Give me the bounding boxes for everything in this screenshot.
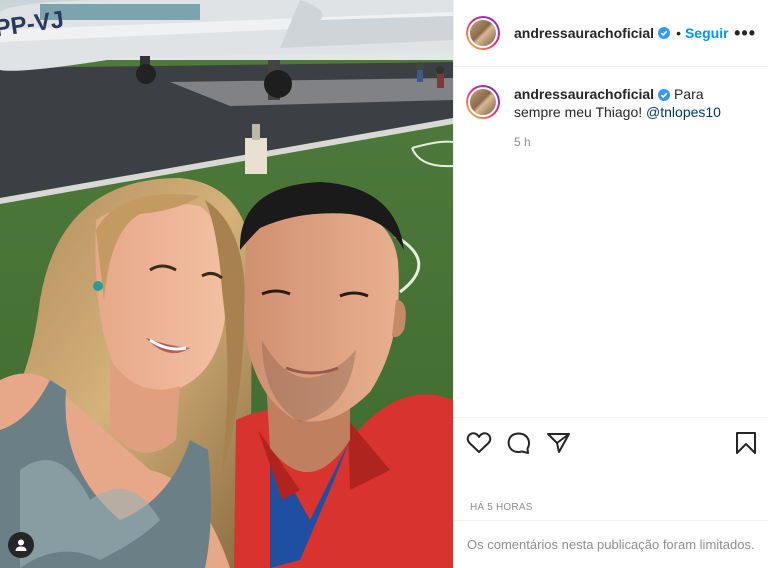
person-icon [15, 539, 27, 551]
avatar[interactable] [466, 16, 500, 50]
caption-row: andressaurachoficial Para sempre meu Thi… [454, 67, 768, 151]
caption-mention-link[interactable]: @tnlopes10 [646, 104, 721, 120]
username-link[interactable]: andressaurachoficial [514, 25, 654, 41]
post-panel: andressaurachoficial • Seguir ••• andres… [453, 0, 768, 568]
caption-time: 5 h [514, 135, 531, 149]
verified-badge-icon [658, 27, 671, 39]
photo-scene: PP-VJ [0, 0, 453, 568]
post-header: andressaurachoficial • Seguir ••• [454, 0, 768, 67]
post-timestamp: HÁ 5 HORAS [470, 502, 533, 513]
more-options-icon[interactable]: ••• [734, 23, 756, 44]
avatar[interactable] [466, 85, 500, 119]
verified-badge-icon [658, 89, 671, 101]
comment-icon[interactable] [506, 431, 532, 455]
post-photo[interactable]: PP-VJ [0, 0, 453, 568]
share-icon[interactable] [546, 431, 572, 455]
user-tag-icon[interactable] [8, 532, 34, 558]
caption: andressaurachoficial Para sempre meu Thi… [514, 85, 749, 151]
follow-button[interactable]: Seguir [685, 25, 729, 41]
heart-icon[interactable] [466, 431, 492, 455]
separator-dot: • [676, 25, 681, 41]
caption-username[interactable]: andressaurachoficial [514, 86, 654, 102]
bookmark-icon[interactable] [735, 431, 757, 455]
action-bar [454, 417, 768, 467]
comments-limited-notice: Os comentários nesta publicação foram li… [454, 520, 768, 568]
